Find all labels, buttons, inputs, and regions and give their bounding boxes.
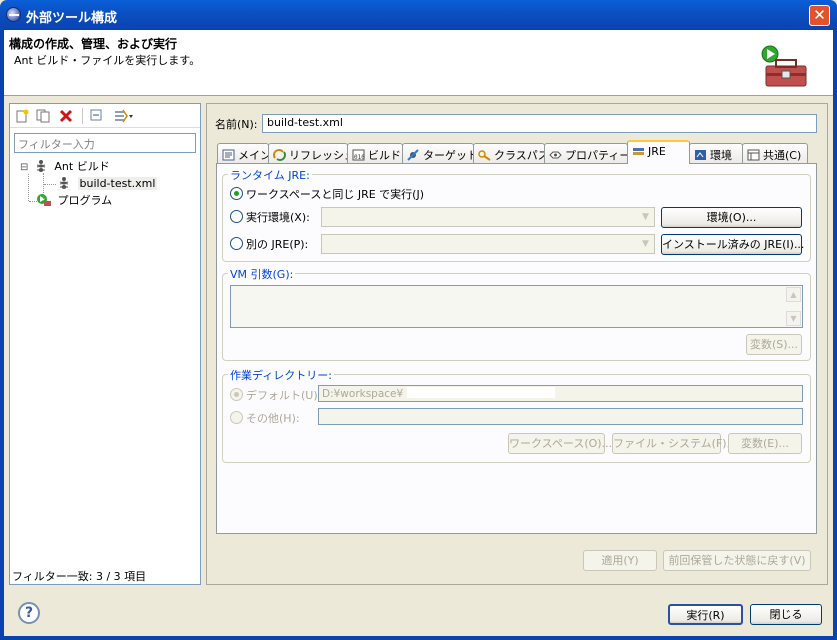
tab-jre[interactable]: JRE [627,140,690,164]
tab-target[interactable]: ターゲット [402,143,478,163]
tab-main[interactable]: メイン [217,143,271,163]
tree-item-label: プログラム [57,194,113,207]
new-config-icon[interactable] [15,109,29,123]
workdir-variables-button[interactable]: 変数(E)... [728,433,802,454]
classpath-icon [478,150,491,161]
toolbar-separator [82,108,83,124]
tree-guide-line [43,173,44,201]
tab-common[interactable]: 共通(C) [742,143,808,163]
environment-icon [695,150,706,160]
close-button[interactable]: ✕ [809,5,830,26]
toolbox-run-icon [761,45,807,87]
tree-guide-line [44,184,56,185]
tree-guide-line [29,201,37,202]
eclipse-icon [6,7,21,22]
program-run-icon [37,194,51,206]
window-frame-bottom [0,636,837,640]
properties-icon [549,151,562,159]
filter-menu-icon[interactable] [114,109,134,123]
radio-workspace-jre-label: ワークスペースと同じ JRE で実行(J) [246,188,425,201]
redacted-path [406,387,555,398]
collapse-toggle-icon[interactable]: ⊟ [20,162,28,173]
svg-text:010: 010 [354,154,365,161]
banner-message: Ant ビルド・ファイルを実行します。 [14,54,201,67]
execution-env-combo[interactable]: ▼ [321,207,655,227]
chevron-down-icon: ▼ [642,239,649,249]
build-icon: 010 [352,149,365,161]
config-toolbar [10,104,200,128]
radio-execution-env-label: 実行環境(X): [246,211,310,224]
apply-button[interactable]: 適用(Y) [583,550,657,571]
banner-heading: 構成の作成、管理、および実行 [9,37,178,51]
installed-jres-button[interactable]: インストール済みの JRE(I)... [661,234,804,255]
revert-button[interactable]: 前回保管した状態に戻す(V) [663,550,811,571]
collapse-all-icon[interactable] [90,109,104,123]
refresh-icon [273,149,286,161]
close-dialog-button[interactable]: 閉じる [750,604,822,625]
duplicate-config-icon[interactable] [36,109,50,123]
default-dir-field: D:¥workspace¥ [318,385,803,402]
scroll-up-icon[interactable]: ▲ [786,287,801,302]
chevron-down-icon: ▼ [642,212,649,222]
filter-status: フィルター一致: 3 / 3 項目 [12,570,147,583]
vm-arguments-title: VM 引数(G): [228,266,296,282]
runtime-jre-title: ランタイム JRE: [228,167,312,183]
radio-alternate-jre[interactable] [230,237,243,250]
filter-input[interactable]: フィルター入力 [14,133,196,153]
tree-item-ant-build[interactable]: ⊟ Ant ビルド [20,158,110,175]
other-dir-field[interactable] [318,408,803,425]
delete-config-icon[interactable] [59,109,73,123]
name-label: 名前(N): [215,118,258,131]
vm-variables-button[interactable]: 変数(S)... [746,334,802,355]
common-tab-icon [747,149,760,161]
radio-workspace-jre[interactable] [230,187,243,200]
alternate-jre-combo[interactable]: ▼ [321,234,655,254]
main-tab-icon [222,149,235,161]
radio-default-dir-label: デフォルト(U): [246,389,322,402]
radio-execution-env[interactable] [230,210,243,223]
vm-arguments-textarea[interactable]: ▲ ▼ [230,285,803,328]
jre-library-icon [633,148,644,155]
working-directory-title: 作業ディレクトリー: [228,367,334,383]
run-button[interactable]: 実行(R) [668,604,743,625]
window-frame-left [0,30,4,640]
radio-other-dir-label: その他(H): [246,412,300,425]
tree-item-program[interactable]: プログラム [36,192,112,209]
radio-alternate-jre-label: 別の JRE(P): [246,238,309,251]
tab-properties[interactable]: プロパティー [544,143,630,163]
filesystem-dir-button[interactable]: ファイル・システム(F)... [612,433,737,454]
ant-icon [36,160,46,172]
name-input[interactable]: build-test.xml [262,114,817,133]
config-list-pane: フィルター入力 ⊟ Ant ビルド build-test.xml プログラム [9,103,201,585]
title-bar[interactable]: 外部ツール構成 ✕ [0,0,837,30]
tab-refresh[interactable]: リフレッシュ [268,143,355,163]
ant-icon [59,177,69,189]
window-title: 外部ツール構成 [26,11,118,26]
tab-build[interactable]: 010 ビルド [347,143,403,163]
tree-item-label: Ant ビルド [54,160,110,173]
header-banner: 構成の作成、管理、および実行 Ant ビルド・ファイルを実行します。 [4,30,833,96]
scroll-down-icon[interactable]: ▼ [786,311,801,326]
radio-default-dir[interactable] [230,388,243,401]
radio-other-dir[interactable] [230,411,243,424]
workspace-dir-button[interactable]: ワークスペース(O)... [508,433,612,454]
window-frame-right [833,30,837,640]
tree-item-build-test-xml[interactable]: build-test.xml [57,175,158,192]
tree-item-label: build-test.xml [77,177,158,190]
environments-button[interactable]: 環境(O)... [661,207,802,228]
target-ant-icon [407,149,419,161]
help-icon[interactable]: ? [18,602,40,624]
tree-guide-line [28,174,29,201]
default-dir-value: D:¥workspace¥ [322,388,404,400]
tab-environment[interactable]: 環境 [689,143,743,163]
tab-classpath[interactable]: クラスパス [473,143,549,163]
